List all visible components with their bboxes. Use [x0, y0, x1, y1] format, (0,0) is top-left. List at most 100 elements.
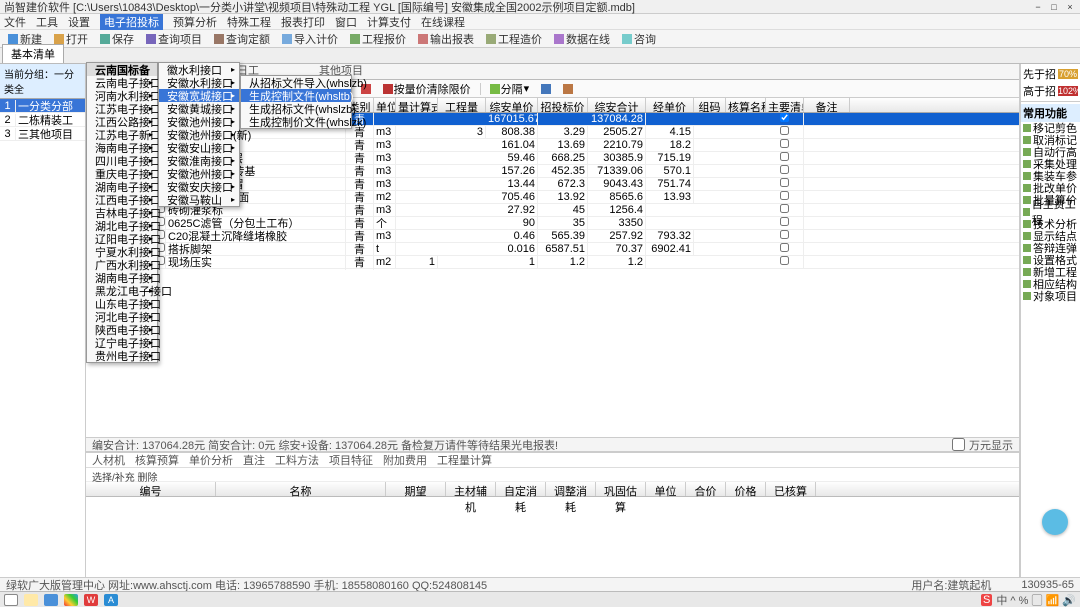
menu-bar: 文件 工具 设置 电子招投标 预算分析 特殊工程 报表打印 窗口 计算支付 在线… [0, 14, 1080, 30]
menu-course[interactable]: 在线课程 [421, 14, 465, 30]
bottom-tabs: 人材机 核算预算 单价分析 直注 工料方法 项目特征 附加费用 工程量计算 [86, 453, 1019, 468]
tb-querynorm[interactable]: 查询定额 [210, 30, 274, 48]
left-row-3[interactable]: 3三其他项目 [0, 127, 85, 141]
chat-icon [622, 34, 632, 44]
taskbar: W A S 中 ^ % ▢ 📶 🔊 [0, 591, 1080, 607]
btab-qtycalc[interactable]: 工程量计算 [437, 452, 492, 468]
bottom-panel: 人材机 核算预算 单价分析 直注 工料方法 项目特征 附加费用 工程量计算 选择… [86, 452, 1019, 592]
feature-icon [1023, 136, 1031, 144]
tb-import[interactable]: 导入计价 [278, 30, 342, 48]
feature-icon [1023, 124, 1031, 132]
menu-calc[interactable]: 计算支付 [367, 14, 411, 30]
btab-addfee[interactable]: 附加费用 [383, 452, 427, 468]
ct-split[interactable]: 分隔▾ [487, 81, 533, 97]
tool-icon [563, 84, 573, 94]
bottom-header: 编号 名称 期望 主材辅机 自定消耗 调整消耗 巩固估算 单位 合价 价格 已核… [86, 482, 1019, 497]
right-item[interactable]: 对象项目 [1021, 290, 1080, 302]
cloud-icon [554, 34, 564, 44]
export-icon [418, 34, 428, 44]
close-button[interactable]: × [1064, 2, 1076, 12]
menu-special[interactable]: 特殊工程 [227, 14, 271, 30]
summary-text: 编安合计: 137064.28元 简安合计: 0元 综安+设备: 137064.… [92, 437, 558, 453]
w-icon[interactable]: W [84, 594, 98, 606]
new-icon [8, 34, 18, 44]
tb-quote[interactable]: 工程报价 [346, 30, 410, 48]
feature-icon [1023, 232, 1031, 240]
rp-below: 先于招 70% [1023, 66, 1078, 82]
bottom-subbar[interactable]: 选择/补充 删除 [86, 468, 1019, 482]
menu-tool[interactable]: 工具 [36, 14, 58, 30]
a-icon[interactable]: A [104, 594, 118, 606]
menu-budget[interactable]: 预算分析 [173, 14, 217, 30]
btab-price[interactable]: 单价分析 [189, 452, 233, 468]
rp-above: 高于招 102% [1023, 83, 1078, 99]
feature-icon [1023, 292, 1031, 300]
left-panel: 当前分组：一分类全 1一分类分部 2二栋精装工 3三其他项目 [0, 64, 86, 592]
app-title: 尚智建价软件 [C:\Users\10843\Desktop\一分类小讲堂\视频… [4, 0, 635, 15]
feature-icon [1023, 208, 1030, 216]
tab-basic[interactable]: 基本清单 [2, 44, 64, 63]
table-row[interactable]: 22现场压实青m2111.21.2 [86, 256, 1019, 269]
menu-window[interactable]: 窗口 [335, 14, 357, 30]
feature-icon [1023, 268, 1031, 276]
menu-item[interactable]: 贵州电子接口▸ [87, 349, 157, 362]
quote-icon [350, 34, 360, 44]
tb-consult[interactable]: 咨询 [618, 30, 660, 48]
menu-item[interactable]: 生成控制价文件(whslzk) [241, 115, 351, 128]
menu-file[interactable]: 文件 [4, 14, 26, 30]
menu-settings[interactable]: 设置 [68, 14, 90, 30]
tb-online[interactable]: 数据在线 [550, 30, 614, 48]
feature-icon [1023, 160, 1031, 168]
search-icon [146, 34, 156, 44]
menu-ebid[interactable]: 电子招投标 [100, 14, 163, 30]
cascade-menu-1[interactable]: 云南国标备 云南电子接口▸河南水利接口▸江苏电子接口▸江西公路接口▸江苏电子新口… [86, 62, 158, 363]
ct-b8[interactable] [560, 84, 576, 94]
feature-icon [1023, 256, 1031, 264]
tb-queryproj[interactable]: 查询项目 [142, 30, 206, 48]
float-assist-icon[interactable] [1042, 509, 1068, 535]
footer-id: 130935-65 [1021, 579, 1074, 591]
tb-cost[interactable]: 工程造价 [482, 30, 546, 48]
btab-note[interactable]: 直注 [243, 452, 265, 468]
edge-icon[interactable] [44, 594, 58, 606]
cascade-menu-2[interactable]: 徽水利接口▸安徽水利接口▸安徽宽城接口▸安徽黄城接口▸安徽池州接口▸安徽池州接口… [158, 62, 240, 207]
tb-save[interactable]: 保存 [96, 30, 138, 48]
ime-icon[interactable]: S [981, 594, 992, 606]
system-tray[interactable]: S 中 ^ % ▢ 📶 🔊 [981, 592, 1076, 608]
tb-export[interactable]: 输出报表 [414, 30, 478, 48]
title-bar: 尚智建价软件 [C:\Users\10843\Desktop\一分类小讲堂\视频… [0, 0, 1080, 14]
open-icon [54, 34, 64, 44]
minimize-button[interactable]: − [1032, 2, 1044, 12]
feature-icon [1023, 220, 1031, 228]
start-icon[interactable] [4, 594, 18, 606]
left-filter[interactable]: 当前分组：一分类全 [0, 64, 85, 99]
main-toolbar: 新建 打开 保存 查询项目 查询定额 导入计价 工程报价 输出报表 工程造价 数… [0, 30, 1080, 48]
menu-item[interactable]: 安徽马鞍山▸ [159, 193, 239, 206]
chrome-icon[interactable] [64, 594, 78, 606]
cascade-menu-3[interactable]: 从招标文件导入(whslzb)生成控制文件(whsltb)生成招标文件(whsl… [240, 75, 352, 129]
maximize-button[interactable]: □ [1048, 2, 1060, 12]
explorer-icon[interactable] [24, 594, 38, 606]
feature-icon [1023, 196, 1031, 204]
btab-method[interactable]: 工料方法 [275, 452, 319, 468]
feature-icon [1023, 280, 1031, 288]
feature-icon [1023, 244, 1031, 252]
split-icon [490, 84, 500, 94]
search-icon [214, 34, 224, 44]
btab-feature[interactable]: 项目特征 [329, 452, 373, 468]
btab-rcj[interactable]: 人材机 [92, 452, 125, 468]
feature-icon [1023, 148, 1031, 156]
feature-icon [1023, 184, 1031, 192]
status-bar: 绿软广大版管理中心 网址:www.ahsctj.com 电话: 13965788… [0, 577, 1080, 591]
wan-checkbox[interactable] [952, 438, 965, 451]
summary-bar: 编安合计: 137064.28元 简安合计: 0元 综安+设备: 137064.… [86, 437, 1019, 452]
ct-clearlimit[interactable]: 按量价清除限价 [380, 81, 474, 97]
feature-icon [1023, 172, 1031, 180]
save-icon [100, 34, 110, 44]
clear-icon [383, 84, 393, 94]
import-icon [282, 34, 292, 44]
cost-icon [486, 34, 496, 44]
btab-check[interactable]: 核算预算 [135, 452, 179, 468]
menu-report[interactable]: 报表打印 [281, 14, 325, 30]
ct-b7[interactable] [538, 84, 554, 94]
